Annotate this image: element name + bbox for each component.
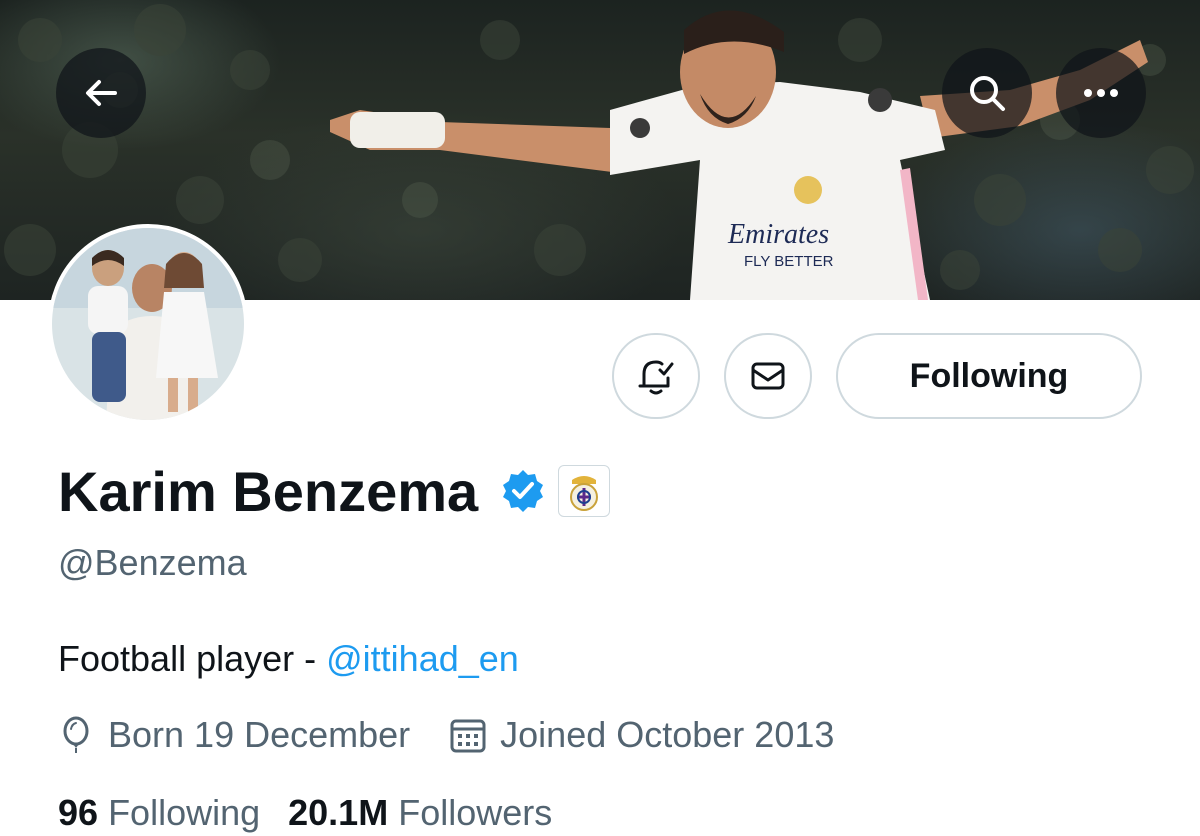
birthday-item: Born 19 December xyxy=(58,714,410,756)
following-count: 96 xyxy=(58,792,99,833)
message-button[interactable] xyxy=(724,333,812,419)
followers-stat[interactable]: 20.1M Followers xyxy=(288,792,552,834)
notifications-button[interactable] xyxy=(612,333,700,419)
search-icon xyxy=(970,76,1005,111)
following-button-label: Following xyxy=(909,356,1069,395)
calendar-icon xyxy=(450,719,486,753)
bio: Football player - @ittihad_en xyxy=(58,638,519,680)
bio-mention-link[interactable]: @ittihad_en xyxy=(326,638,519,679)
profile-avatar[interactable] xyxy=(48,224,248,424)
more-options-button[interactable] xyxy=(1056,48,1146,138)
balloon-icon xyxy=(63,716,89,753)
joined-item: Joined October 2013 xyxy=(448,714,834,756)
display-name-row: Karim Benzema xyxy=(58,456,611,526)
search-button[interactable] xyxy=(942,48,1032,138)
bell-check-icon xyxy=(638,360,674,395)
more-horizontal-icon xyxy=(1084,89,1118,97)
jersey-slogan-text: FLY BETTER xyxy=(744,253,834,270)
followers-label: Followers xyxy=(398,792,553,833)
following-button[interactable]: Following xyxy=(836,333,1142,419)
joined-text: Joined October 2013 xyxy=(500,714,835,755)
back-button[interactable] xyxy=(56,48,146,138)
follow-stats: 96 Following 20.1M Followers xyxy=(58,792,552,834)
birthday-text: Born 19 December xyxy=(108,714,411,755)
verified-badge-icon[interactable] xyxy=(500,468,546,514)
club-affiliation-badge[interactable] xyxy=(558,465,611,517)
avatar-photo xyxy=(52,228,244,420)
display-name: Karim Benzema xyxy=(58,459,479,523)
profile-meta: Born 19 December Joined October 2013 xyxy=(58,712,834,758)
following-label: Following xyxy=(108,792,261,833)
bio-text: Football player - xyxy=(58,638,327,679)
envelope-icon xyxy=(751,362,785,390)
username-handle: @Benzema xyxy=(58,542,247,583)
followers-count: 20.1M xyxy=(288,792,389,833)
following-stat[interactable]: 96 Following xyxy=(58,792,260,834)
arrow-left-icon xyxy=(86,80,117,106)
jersey-sponsor-text: Emirates xyxy=(727,219,829,250)
club-crest-icon xyxy=(570,476,599,511)
